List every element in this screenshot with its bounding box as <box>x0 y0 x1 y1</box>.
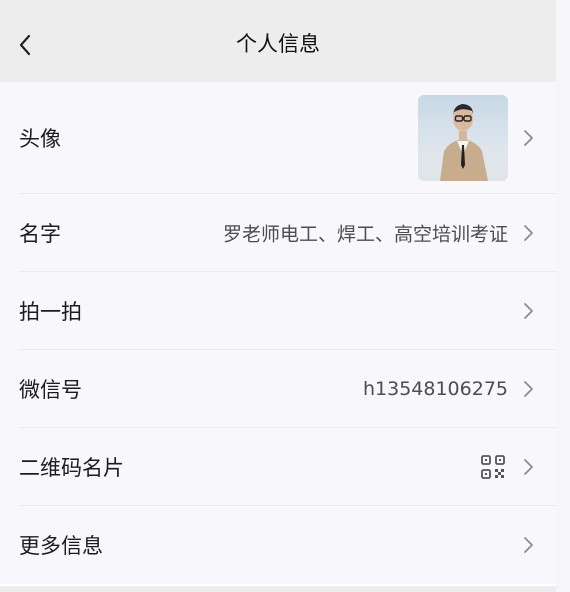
chevron-right-icon <box>522 379 534 399</box>
row-label-wechat-id: 微信号 <box>19 378 82 402</box>
chevron-right-icon <box>522 223 534 243</box>
chevron-right-icon <box>522 301 534 321</box>
qr-code-icon <box>480 454 506 480</box>
top-bar: 个人信息 <box>0 0 556 82</box>
profile-list: 头像 名字 罗老师电工、焊工、高空培训考证 拍一拍 微信号 h135481062… <box>0 82 556 584</box>
side-strip <box>556 0 570 592</box>
profile-row-qr-card[interactable]: 二维码名片 <box>0 428 556 506</box>
profile-row-pat[interactable]: 拍一拍 <box>0 272 556 350</box>
bottom-separator <box>0 586 556 592</box>
chevron-right-icon <box>522 128 534 148</box>
chevron-right-icon <box>522 535 534 555</box>
row-label-pat: 拍一拍 <box>19 300 82 324</box>
page-title: 个人信息 <box>236 32 320 56</box>
avatar <box>418 95 508 181</box>
chevron-right-icon <box>522 457 534 477</box>
row-label-name: 名字 <box>19 222 61 246</box>
profile-row-wechat-id[interactable]: 微信号 h13548106275 <box>0 350 556 428</box>
row-label-more-info: 更多信息 <box>19 534 103 558</box>
wechat-id-value: h13548106275 <box>362 378 508 400</box>
row-label-avatar: 头像 <box>19 127 61 151</box>
profile-row-avatar[interactable]: 头像 <box>0 82 556 194</box>
profile-row-name[interactable]: 名字 罗老师电工、焊工、高空培训考证 <box>0 194 556 272</box>
name-value: 罗老师电工、焊工、高空培训考证 <box>222 223 508 246</box>
row-label-qr-card: 二维码名片 <box>19 456 124 480</box>
profile-row-more-info[interactable]: 更多信息 <box>0 506 556 584</box>
